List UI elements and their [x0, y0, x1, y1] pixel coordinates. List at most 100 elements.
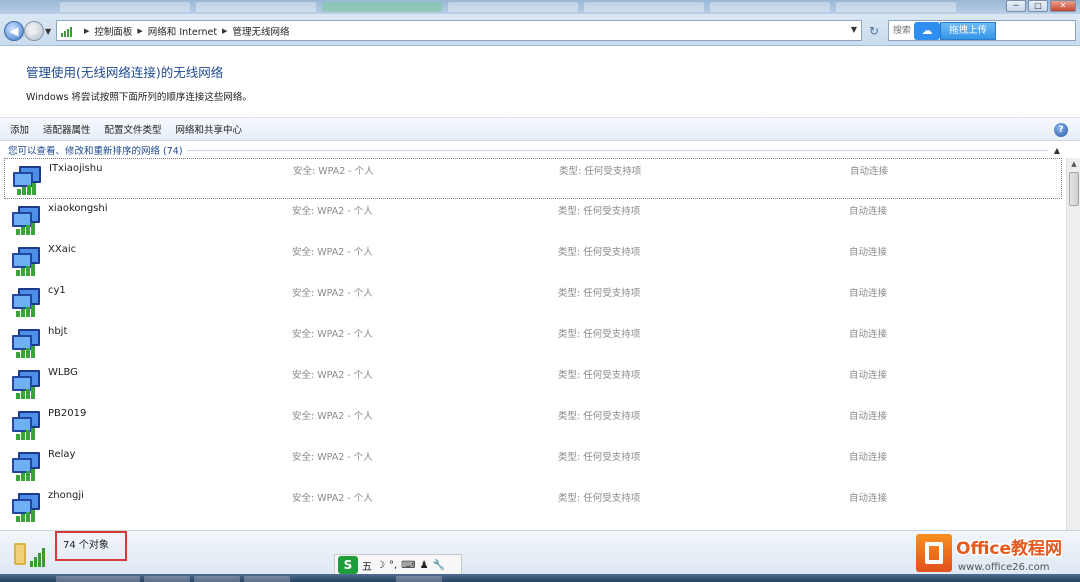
network-row[interactable]: Relay 安全: WPA2 - 个人 类型: 任何受支持项 自动连接: [4, 445, 1062, 486]
chevron-right-icon[interactable]: ▶: [222, 27, 227, 35]
wireless-network-icon: [12, 288, 40, 317]
office-logo-icon: [916, 534, 952, 572]
group-label: 您可以查看、修改和重新排序的网络 (74): [8, 146, 183, 157]
network-name: xiaokongshi: [48, 203, 108, 214]
scroll-up-icon[interactable]: ▲: [1067, 158, 1080, 170]
network-name: Relay: [48, 449, 76, 460]
minimize-button[interactable]: ─: [1006, 0, 1026, 12]
network-type: 类型: 任何受支持项: [558, 329, 641, 340]
network-type: 类型: 任何受支持项: [559, 166, 642, 177]
network-name: WLBG: [48, 367, 78, 378]
network-security: 安全: WPA2 - 个人: [292, 370, 373, 381]
close-button[interactable]: ✕: [1050, 0, 1076, 12]
background-tab: [196, 2, 316, 12]
wireless-network-icon: [12, 452, 40, 481]
user-icon[interactable]: ♟: [420, 560, 429, 571]
network-connection-mode: 自动连接: [850, 166, 889, 177]
adapter-properties-button[interactable]: 适配器属性: [43, 122, 91, 136]
window-controls: ─ □ ✕: [1006, 0, 1076, 12]
wrench-icon[interactable]: 🔧: [433, 560, 445, 571]
maximize-button[interactable]: □: [1028, 0, 1048, 12]
network-name: XXaic: [48, 244, 77, 255]
help-icon[interactable]: ?: [1054, 123, 1068, 137]
network-list: ITxiaojishu 安全: WPA2 - 个人 类型: 任何受支持项 自动连接 xi…: [0, 158, 1066, 530]
network-row[interactable]: WLBG 安全: WPA2 - 个人 类型: 任何受支持项 自动连接: [4, 363, 1062, 404]
forward-button[interactable]: ▶: [24, 21, 44, 41]
moon-icon[interactable]: ☽: [376, 560, 385, 571]
network-connection-mode: 自动连接: [849, 370, 888, 381]
network-connection-mode: 自动连接: [849, 329, 888, 340]
network-security: 安全: WPA2 - 个人: [293, 166, 374, 177]
wireless-network-icon: [12, 370, 40, 399]
recent-pages-dropdown[interactable]: ▼: [45, 27, 51, 36]
background-tab: [584, 2, 704, 12]
keyboard-icon[interactable]: ⌨: [401, 560, 415, 571]
taskbar-button[interactable]: [144, 576, 190, 582]
network-group-header[interactable]: 您可以查看、修改和重新排序的网络 (74) ▲: [8, 143, 1060, 158]
background-tab: [836, 2, 956, 12]
watermark-brand: Office教程网: [956, 538, 1062, 559]
taskbar-button[interactable]: [56, 576, 140, 582]
network-type: 类型: 任何受支持项: [558, 288, 641, 299]
cloud-icon[interactable]: ☁: [914, 22, 940, 40]
network-connection-mode: 自动连接: [849, 247, 888, 258]
breadcrumb-item-network-internet[interactable]: 网络和 Internet: [148, 24, 217, 38]
network-security: 安全: WPA2 - 个人: [292, 493, 373, 504]
taskbar-button[interactable]: [244, 576, 290, 582]
page-subtitle: Windows 将尝试按照下面所列的顺序连接这些网络。: [26, 92, 252, 103]
background-tab: [448, 2, 578, 12]
background-tab: [710, 2, 830, 12]
ime-toolbar: S 五 ☽ °, ⌨ ♟ 🔧: [334, 554, 462, 576]
breadcrumb-item-manage-wireless[interactable]: 管理无线网络: [232, 24, 289, 38]
watermark-url: www.office26.com: [958, 562, 1050, 573]
network-connection-mode: 自动连接: [849, 493, 888, 504]
breadcrumb-item-control-panel[interactable]: 控制面板: [94, 24, 132, 38]
vertical-scrollbar[interactable]: ▲: [1066, 158, 1080, 530]
wireless-network-icon: [13, 166, 41, 195]
breadcrumb: ▶ 控制面板 ▶ 网络和 Internet ▶ 管理无线网络: [79, 24, 289, 38]
network-row[interactable]: cy1 安全: WPA2 - 个人 类型: 任何受支持项 自动连接: [4, 281, 1062, 322]
ime-logo[interactable]: S: [338, 556, 358, 574]
network-type: 类型: 任何受支持项: [558, 452, 641, 463]
wireless-network-icon: [12, 247, 40, 276]
network-name: cy1: [48, 285, 66, 296]
network-connection-mode: 自动连接: [849, 288, 888, 299]
network-name: ITxiaojishu: [49, 163, 103, 174]
chevron-right-icon[interactable]: ▶: [137, 27, 142, 35]
network-name: hbjt: [48, 326, 68, 337]
arrow-right-icon: ▶: [29, 24, 39, 38]
chevron-up-icon[interactable]: ▲: [1054, 146, 1060, 155]
network-type: 类型: 任何受支持项: [558, 411, 641, 422]
network-type: 类型: 任何受支持项: [558, 370, 641, 381]
address-bar[interactable]: ▶ 控制面板 ▶ 网络和 Internet ▶ 管理无线网络 ▼: [56, 20, 862, 41]
chevron-down-icon[interactable]: ▼: [851, 25, 857, 34]
network-row[interactable]: hbjt 安全: WPA2 - 个人 类型: 任何受支持项 自动连接: [4, 322, 1062, 363]
network-row[interactable]: PB2019 安全: WPA2 - 个人 类型: 任何受支持项 自动连接: [4, 404, 1062, 445]
taskbar-button[interactable]: [396, 576, 442, 582]
network-name: zhongji: [48, 490, 84, 501]
network-row[interactable]: XXaic 安全: WPA2 - 个人 类型: 任何受支持项 自动连接: [4, 240, 1062, 281]
network-row[interactable]: ITxiaojishu 安全: WPA2 - 个人 类型: 任何受支持项 自动连接: [4, 158, 1062, 199]
network-row[interactable]: zhongji 安全: WPA2 - 个人 类型: 任何受支持项 自动连接: [4, 486, 1062, 527]
back-button[interactable]: ◀: [4, 21, 24, 41]
wireless-network-icon: [12, 411, 40, 440]
network-row[interactable]: xiaokongshi 安全: WPA2 - 个人 类型: 任何受支持项 自动连接: [4, 199, 1062, 240]
object-count: 74 个对象: [55, 531, 127, 561]
group-divider: [186, 149, 1048, 151]
profile-types-button[interactable]: 配置文件类型: [105, 122, 162, 136]
add-network-button[interactable]: 添加: [10, 122, 29, 136]
chevron-right-icon: ▶: [84, 26, 90, 35]
network-type: 类型: 任何受支持项: [558, 493, 641, 504]
network-security: 安全: WPA2 - 个人: [292, 247, 373, 258]
upload-button[interactable]: 拖拽上传: [940, 22, 996, 40]
network-security: 安全: WPA2 - 个人: [292, 452, 373, 463]
arrow-left-icon: ◀: [9, 24, 19, 38]
taskbar-button[interactable]: [194, 576, 240, 582]
punctuation-icon[interactable]: °,: [389, 560, 397, 571]
refresh-icon[interactable]: ↻: [866, 23, 882, 39]
network-sharing-center-button[interactable]: 网络和共享中心: [176, 122, 243, 136]
window-title-strip: ─ □ ✕: [0, 0, 1080, 14]
ime-mode-indicator[interactable]: 五: [362, 558, 372, 573]
network-type: 类型: 任何受支持项: [558, 247, 641, 258]
scrollbar-thumb[interactable]: [1069, 172, 1079, 206]
